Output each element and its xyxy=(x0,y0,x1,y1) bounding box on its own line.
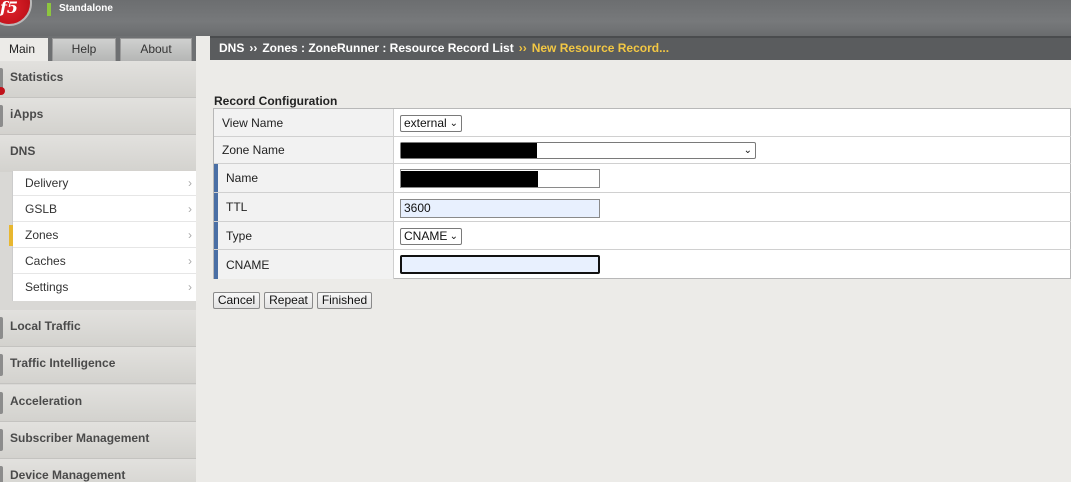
section-title: Record Configuration xyxy=(214,94,338,108)
chevron-right-icon: › xyxy=(188,202,192,216)
breadcrumb-current: New Resource Record... xyxy=(531,41,670,55)
chevron-right-icon: › xyxy=(188,254,192,268)
sidebar-item-statistics[interactable]: Statistics xyxy=(0,61,196,98)
sidebar-item-subscriber-management[interactable]: Subscriber Management xyxy=(0,422,196,459)
sidebar-item-caches[interactable]: Caches › xyxy=(13,249,197,274)
tab-help[interactable]: Help xyxy=(52,38,116,61)
field-value xyxy=(395,250,1071,279)
sidebar-item-label: Device Management xyxy=(10,468,126,482)
row-zone-name: Zone Name ⌄ xyxy=(214,137,1071,164)
tab-about[interactable]: About xyxy=(120,38,192,61)
chevron-down-icon: ⌄ xyxy=(743,145,752,156)
section-edge-icon xyxy=(0,354,3,376)
top-banner: f5 Standalone xyxy=(0,0,1071,36)
record-configuration-form: View Name external ⌄ Zone Name ⌄ Name TTL… xyxy=(213,108,1071,279)
sidebar-item-label: Local Traffic xyxy=(10,319,81,333)
sidebar-item-settings[interactable]: Settings › xyxy=(13,275,197,300)
submenu-label: Settings xyxy=(25,280,69,294)
sidebar-item-local-traffic[interactable]: Local Traffic xyxy=(0,310,196,347)
select-value: external xyxy=(404,116,447,130)
sidebar-item-label: Acceleration xyxy=(10,394,83,408)
breadcrumb-record-list[interactable]: Zones : ZoneRunner : Resource Record Lis… xyxy=(262,41,513,55)
cancel-button[interactable]: Cancel xyxy=(213,292,260,309)
breadcrumb: DNS ›› Zones : ZoneRunner : Resource Recor… xyxy=(219,41,669,55)
sidebar-item-device-management[interactable]: Device Management xyxy=(0,459,196,482)
breadcrumb-separator: ›› xyxy=(249,41,258,55)
field-value: 3600 xyxy=(395,193,1071,221)
chevron-right-icon: › xyxy=(188,176,192,190)
section-edge-icon xyxy=(0,429,3,451)
submenu-label: GSLB xyxy=(25,202,58,216)
sidebar-item-acceleration[interactable]: Acceleration xyxy=(0,385,196,422)
row-cname: CNAME xyxy=(214,250,1071,279)
section-edge-icon xyxy=(0,105,3,127)
sidebar-item-label: iApps xyxy=(10,107,44,121)
field-label: TTL xyxy=(214,193,394,221)
main-content: Record Configuration View Name external ⌄… xyxy=(196,61,1071,482)
status-indicator-icon xyxy=(47,3,51,16)
sidebar-item-label: Traffic Intelligence xyxy=(10,356,116,370)
sidebar-item-label: DNS xyxy=(10,144,36,158)
sidebar-item-label: Statistics xyxy=(10,70,64,84)
chevron-down-icon: ⌄ xyxy=(449,118,458,129)
breadcrumb-bar: DNS ›› Zones : ZoneRunner : Resource Recor… xyxy=(210,36,1071,60)
row-type: Type CNAME ⌄ xyxy=(214,222,1071,250)
sidebar-item-gslb[interactable]: GSLB › xyxy=(13,197,197,222)
selected-marker xyxy=(9,225,13,246)
field-value: ⌄ xyxy=(395,137,1071,163)
redacted-value xyxy=(401,143,537,158)
sidebar-item-label: Subscriber Management xyxy=(10,431,150,445)
statistics-indicator-icon xyxy=(0,87,5,95)
repeat-button[interactable]: Repeat xyxy=(264,292,313,309)
submenu-label: Delivery xyxy=(25,176,69,190)
section-edge-icon xyxy=(0,317,3,339)
ttl-input[interactable]: 3600 xyxy=(400,199,600,218)
breadcrumb-dns[interactable]: DNS xyxy=(219,41,244,55)
f5-logo-icon[interactable]: f5 xyxy=(0,0,32,26)
row-view-name: View Name external ⌄ xyxy=(214,109,1071,137)
view-name-select[interactable]: external ⌄ xyxy=(400,115,462,132)
finished-button[interactable]: Finished xyxy=(317,292,372,309)
field-label: Type xyxy=(214,222,394,249)
device-status: Standalone xyxy=(59,3,113,14)
chevron-down-icon: ⌄ xyxy=(449,231,458,242)
dns-submenu: Delivery › GSLB › Zones › Caches › Settings › xyxy=(9,171,197,301)
sidebar-item-zones[interactable]: Zones › xyxy=(9,223,197,248)
sidebar-item-dns[interactable]: DNS xyxy=(0,135,196,172)
breadcrumb-separator: ›› xyxy=(518,41,527,55)
field-label: Name xyxy=(214,164,394,192)
section-edge-icon xyxy=(0,466,3,482)
field-label: CNAME xyxy=(214,250,394,279)
sidebar-item-iapps[interactable]: iApps xyxy=(0,98,196,135)
logo-text: f5 xyxy=(0,0,19,17)
tab-main[interactable]: Main xyxy=(0,38,48,61)
submenu-label: Caches xyxy=(25,254,66,268)
main-tabs: Help About Main xyxy=(0,36,196,61)
field-value: CNAME ⌄ xyxy=(395,222,1071,249)
redacted-value xyxy=(401,171,538,187)
sidebar-item-traffic-intelligence[interactable]: Traffic Intelligence xyxy=(0,347,196,384)
chevron-right-icon: › xyxy=(188,280,192,294)
submenu-label: Zones xyxy=(25,228,59,242)
cname-input[interactable] xyxy=(400,255,600,274)
section-edge-icon xyxy=(0,392,3,414)
field-value xyxy=(395,164,1071,192)
sidebar-item-delivery[interactable]: Delivery › xyxy=(13,171,197,196)
field-value: external ⌄ xyxy=(395,109,1071,136)
select-value: CNAME xyxy=(404,229,448,243)
type-select[interactable]: CNAME ⌄ xyxy=(400,228,462,245)
field-label: View Name xyxy=(214,109,394,136)
row-ttl: TTL 3600 xyxy=(214,193,1071,222)
chevron-right-icon: › xyxy=(188,228,192,242)
row-name: Name xyxy=(214,164,1071,193)
field-label: Zone Name xyxy=(214,137,394,163)
